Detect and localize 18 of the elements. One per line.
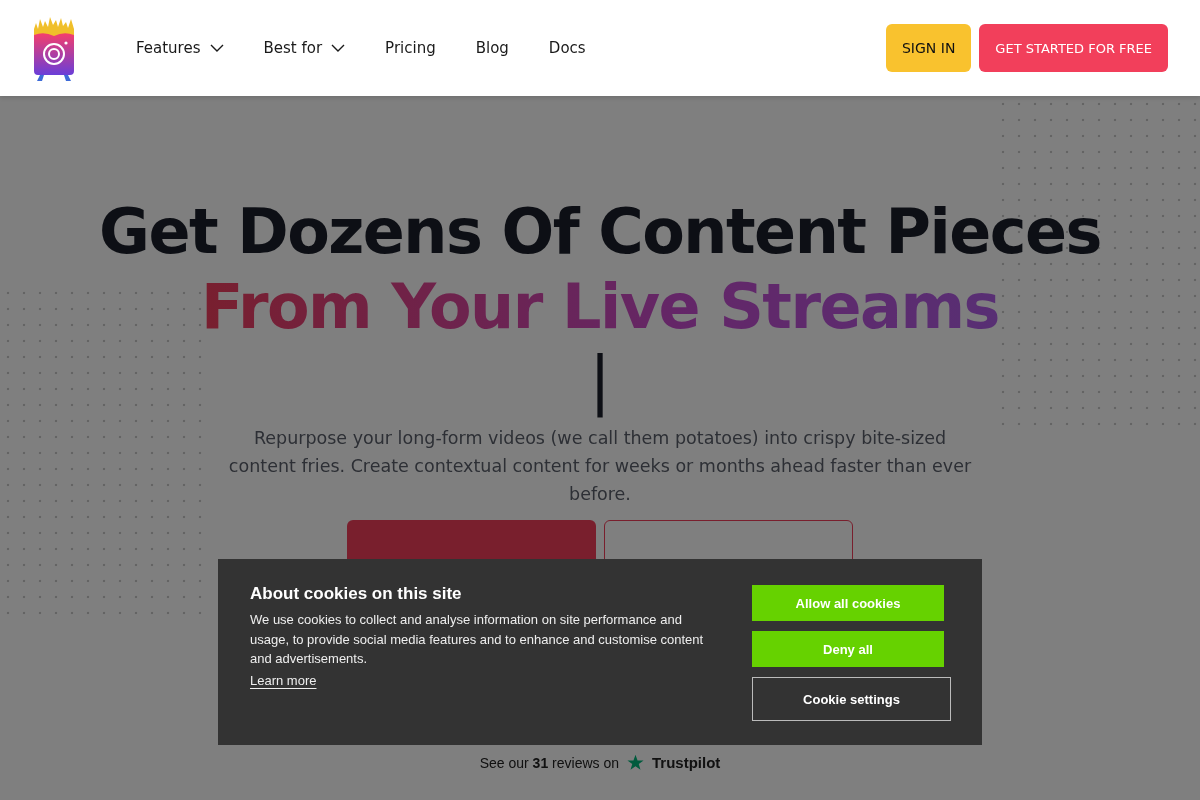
nav-link[interactable]: Features bbox=[116, 39, 244, 57]
nav-link[interactable]: Blog bbox=[455, 39, 529, 57]
hero-heading: Get Dozens Of Content Pieces bbox=[99, 194, 1101, 269]
nav-link[interactable]: Docs bbox=[528, 39, 606, 57]
star-icon bbox=[627, 754, 644, 771]
cookie-button[interactable]: Cookie settings bbox=[752, 677, 951, 721]
learn-more-link[interactable]: Learn more bbox=[250, 672, 317, 688]
get-started-button[interactable]: GET STARTED FOR FREE bbox=[979, 24, 1168, 72]
reviews-text: See our 31 reviews on bbox=[479, 754, 619, 771]
typing-cursor: | bbox=[589, 344, 611, 416]
trustpilot-logo-text: Trustpilot bbox=[652, 754, 721, 771]
nav-link[interactable]: Best for bbox=[243, 39, 366, 57]
fries-camera-logo-icon[interactable] bbox=[32, 15, 76, 81]
hero-description: Repurpose your long-form videos (we call them potatoes) into crispy bite-sized content fries. Create contextual content for weeks or months ahead faster than ever before. bbox=[227, 427, 973, 506]
nav-link[interactable]: Pricing bbox=[365, 39, 456, 57]
sign-in-button[interactable]: SIGN IN bbox=[885, 24, 972, 72]
cookie-banner-text: We use cookies to collect and analyse information on site performance and usage, to provide social media features and to enhance and customise content and advertisements. bbox=[250, 611, 705, 668]
cookie-banner-title: About cookies on this site bbox=[250, 584, 463, 604]
